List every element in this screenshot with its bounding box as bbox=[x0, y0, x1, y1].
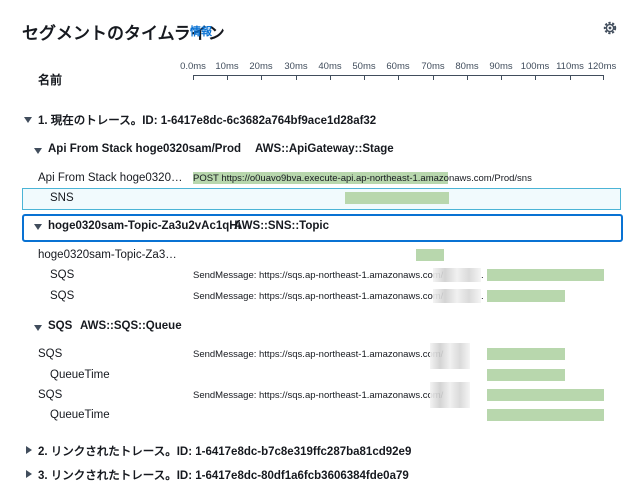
subsegment-bar[interactable] bbox=[487, 269, 604, 281]
segment-queue-sqs-name[interactable]: SQS bbox=[38, 389, 62, 401]
segment-bar[interactable] bbox=[416, 249, 444, 261]
group-topic-name[interactable]: hoge0320sam-Topic-Za3u2vAc1qHi bbox=[48, 220, 241, 232]
segment-topic-name[interactable]: hoge0320sam-Topic-Za3… bbox=[38, 249, 177, 261]
group-queue-name[interactable]: SQS bbox=[48, 320, 72, 332]
trace-linked-header[interactable]: 2. リンクされたトレース。ID: 1-6417e8dc-b7c8e319ffc… bbox=[38, 443, 411, 459]
caret-right-icon[interactable] bbox=[26, 446, 32, 454]
trace-current-header[interactable]: 1. 現在のトレース。ID: 1-6417e8dc-6c3682a764bf9a… bbox=[38, 112, 376, 128]
group-api-name[interactable]: Api From Stack hoge0320sam/Prod bbox=[48, 143, 241, 155]
axis-tick bbox=[296, 75, 297, 80]
subsegment-sqs-name[interactable]: SQS bbox=[50, 290, 74, 302]
redacted-region bbox=[433, 268, 481, 282]
axis-tick-label: 10ms bbox=[215, 61, 239, 72]
caret-down-icon[interactable] bbox=[24, 117, 32, 123]
redacted-region bbox=[430, 343, 470, 369]
axis-tick-label: 30ms bbox=[284, 61, 308, 72]
axis-tick-label: 70ms bbox=[421, 61, 445, 72]
caret-down-icon[interactable] bbox=[34, 148, 42, 154]
redacted-region bbox=[430, 382, 470, 408]
subsegment-sqs-name[interactable]: SQS bbox=[50, 269, 74, 281]
group-api-type: AWS::ApiGateway::Stage bbox=[255, 143, 394, 155]
segment-queue-sqs-annotation: SendMessage: https://sqs.ap-northeast-1.… bbox=[193, 390, 444, 401]
subsegment-sqs-annotation: SendMessage: https://sqs.ap-northeast-1.… bbox=[193, 270, 444, 281]
axis-tick bbox=[603, 75, 604, 80]
segment-api-annotation: POST https://o0uavo9bva.execute-api.ap-n… bbox=[193, 173, 532, 184]
annotation-suffix: . bbox=[481, 270, 484, 281]
axis-tick-label: 100ms bbox=[520, 61, 550, 72]
gear-icon[interactable] bbox=[602, 20, 618, 36]
axis-tick bbox=[364, 75, 365, 80]
axis-tick bbox=[433, 75, 434, 80]
axis-tick-label: 0.0ms bbox=[180, 61, 206, 72]
axis-tick bbox=[501, 75, 502, 80]
info-link[interactable]: 情報 bbox=[190, 23, 212, 39]
caret-down-icon[interactable] bbox=[34, 325, 42, 331]
segment-api-name[interactable]: Api From Stack hoge0320… bbox=[38, 172, 182, 184]
subsegment-bar[interactable] bbox=[487, 409, 604, 421]
axis-tick bbox=[193, 75, 194, 80]
axis-tick-label: 40ms bbox=[318, 61, 342, 72]
subsegment-bar[interactable] bbox=[487, 369, 565, 381]
subsegment-bar[interactable] bbox=[345, 192, 449, 204]
subsegment-sqs-annotation: SendMessage: https://sqs.ap-northeast-1.… bbox=[193, 291, 444, 302]
subsegment-bar[interactable] bbox=[487, 290, 565, 302]
axis-tick-label: 80ms bbox=[455, 61, 479, 72]
axis-tick bbox=[227, 75, 228, 80]
redacted-region bbox=[433, 289, 481, 303]
axis-tick bbox=[535, 75, 536, 80]
axis-tick bbox=[467, 75, 468, 80]
caret-right-icon[interactable] bbox=[26, 470, 32, 478]
segment-queue-sqs-annotation: SendMessage: https://sqs.ap-northeast-1.… bbox=[193, 349, 444, 360]
axis-tick-label: 110ms bbox=[556, 61, 584, 72]
caret-down-icon[interactable] bbox=[34, 224, 42, 230]
axis-tick bbox=[261, 75, 262, 80]
segment-bar[interactable] bbox=[487, 348, 565, 360]
axis-tick-label: 90ms bbox=[489, 61, 513, 72]
annotation-suffix: . bbox=[481, 291, 484, 302]
subsegment-queuetime-name[interactable]: QueueTime bbox=[50, 409, 110, 421]
segment-queue-sqs-name[interactable]: SQS bbox=[38, 348, 62, 360]
group-topic-type: AWS::SNS::Topic bbox=[234, 220, 329, 232]
name-column-header: 名前 bbox=[38, 73, 63, 87]
axis-tick-label: 120ms bbox=[587, 61, 617, 72]
subsegment-queuetime-name[interactable]: QueueTime bbox=[50, 369, 110, 381]
selected-row[interactable] bbox=[22, 188, 621, 210]
subsegment-sns-name[interactable]: SNS bbox=[50, 192, 74, 204]
segment-bar[interactable] bbox=[487, 389, 604, 401]
axis-tick bbox=[398, 75, 399, 80]
axis-tick-label: 50ms bbox=[352, 61, 376, 72]
axis-tick bbox=[570, 75, 571, 80]
axis-tick-label: 60ms bbox=[386, 61, 410, 72]
axis-tick bbox=[330, 75, 331, 80]
trace-linked-header[interactable]: 3. リンクされたトレース。ID: 1-6417e8dc-80df1a6fcb3… bbox=[38, 467, 409, 483]
axis-tick-label: 20ms bbox=[249, 61, 273, 72]
group-queue-type: AWS::SQS::Queue bbox=[80, 320, 182, 332]
